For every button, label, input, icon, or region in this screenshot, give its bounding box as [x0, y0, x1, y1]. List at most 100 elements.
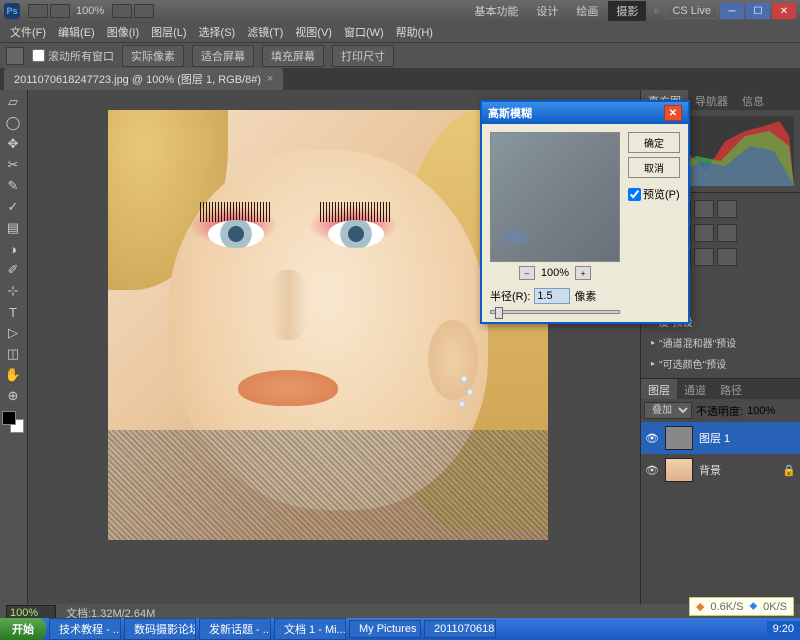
move-tool[interactable]: ▱	[2, 92, 24, 112]
adj-exposure-icon[interactable]	[717, 200, 737, 218]
screen-mode-icon[interactable]	[134, 4, 154, 18]
upspeed: 0K/S	[763, 601, 787, 613]
zoom-tool[interactable]: ⊕	[2, 386, 24, 406]
workspace-paint[interactable]: 绘画	[568, 1, 606, 21]
radius-slider[interactable]	[490, 310, 620, 314]
layer-row[interactable]: 👁 背景 🔒	[641, 454, 800, 486]
adj-selcol-icon[interactable]	[717, 248, 737, 266]
fit-screen-button[interactable]: 适合屏幕	[192, 45, 254, 67]
adj-thresh-icon[interactable]	[694, 248, 714, 266]
visibility-icon[interactable]: 👁	[645, 431, 659, 445]
document-tabs: 2011070618247723.jpg @ 100% (图层 1, RGB/8…	[0, 68, 800, 90]
hand-tool-icon[interactable]	[6, 47, 24, 65]
netspeed-widget: ◆0.6K/S ⬥0K/S	[689, 597, 794, 616]
bridge-icon[interactable]	[28, 4, 48, 18]
zoom-label[interactable]: 100%	[76, 5, 104, 17]
print-size-button[interactable]: 打印尺寸	[332, 45, 394, 67]
zoom-in-button[interactable]: +	[575, 266, 591, 280]
close-tab-icon[interactable]: ×	[267, 73, 273, 85]
type-tool[interactable]: T	[2, 302, 24, 322]
crop-tool[interactable]: ✂	[2, 155, 24, 175]
lasso-tool[interactable]: ✥	[2, 134, 24, 154]
cancel-button[interactable]: 取消	[628, 157, 680, 178]
layer-name: 图层 1	[699, 430, 730, 446]
cslive-button[interactable]: CS Live	[665, 3, 718, 19]
dialog-title: 高斯模糊	[488, 105, 532, 121]
toolbox: ▱ ◯ ✥ ✂ ✎ ✓ ▤ ◑ ✐ ⊹ T ▷ ◫ ✋ ⊕	[0, 90, 28, 612]
stamp-tool[interactable]: ◑	[2, 239, 24, 259]
lock-icon: 🔒	[782, 464, 796, 477]
start-button[interactable]: 开始	[0, 618, 46, 640]
blur-preview[interactable]	[490, 132, 620, 262]
preset-item[interactable]: "通道混和器"预设	[645, 332, 796, 353]
pen-tool[interactable]: ▷	[2, 323, 24, 343]
downspeed: 0.6K/S	[710, 601, 743, 613]
menu-filter[interactable]: 滤镜(T)	[241, 22, 289, 42]
preset-item[interactable]: "可选颜色"预设	[645, 353, 796, 374]
opacity-value[interactable]: 100%	[747, 405, 775, 417]
radius-unit: 像素	[574, 288, 596, 304]
workspace-more-icon[interactable]: »	[653, 5, 659, 17]
menu-edit[interactable]: 编辑(E)	[52, 22, 101, 42]
task-item[interactable]: 20110706182...	[424, 620, 496, 638]
workspace-photo[interactable]: 摄影	[608, 1, 646, 21]
workspace-basic[interactable]: 基本功能	[466, 1, 526, 21]
tab-layers[interactable]: 图层	[641, 379, 677, 399]
opacity-label: 不透明度:	[696, 403, 743, 419]
options-bar: 滚动所有窗口 实际像素 适合屏幕 填充屏幕 打印尺寸	[0, 42, 800, 68]
actual-pixels-button[interactable]: 实际像素	[122, 45, 184, 67]
preview-checkbox[interactable]: 预览(P)	[628, 186, 680, 202]
document-tab[interactable]: 2011070618247723.jpg @ 100% (图层 1, RGB/8…	[4, 68, 283, 90]
task-item[interactable]: 技术教程 - ...	[49, 618, 121, 640]
layer-row[interactable]: 👁 图层 1	[641, 422, 800, 454]
task-item[interactable]: 发新话题 - ...	[199, 618, 271, 640]
zoom-out-button[interactable]: –	[519, 266, 535, 280]
close-button[interactable]: ✕	[772, 3, 796, 19]
adj-photo-icon[interactable]	[717, 224, 737, 242]
healing-tool[interactable]: ✓	[2, 197, 24, 217]
menu-help[interactable]: 帮助(H)	[390, 22, 439, 42]
system-tray[interactable]: 9:20	[767, 621, 800, 637]
view-extras-icon[interactable]	[112, 4, 132, 18]
brush-tool[interactable]: ▤	[2, 218, 24, 238]
menu-window[interactable]: 窗口(W)	[338, 22, 390, 42]
visibility-icon[interactable]: 👁	[645, 463, 659, 477]
radius-label: 半径(R):	[490, 288, 530, 304]
scroll-all-checkbox[interactable]: 滚动所有窗口	[32, 48, 114, 64]
menu-file[interactable]: 文件(F)	[4, 22, 52, 42]
layer-thumb	[665, 458, 693, 482]
shape-tool[interactable]: ◫	[2, 344, 24, 364]
color-swatch[interactable]	[2, 411, 24, 433]
blend-mode-select[interactable]: 叠加	[644, 402, 692, 419]
menu-image[interactable]: 图像(I)	[101, 22, 145, 42]
tab-navigator[interactable]: 导航器	[688, 90, 735, 110]
adj-bw-icon[interactable]	[694, 224, 714, 242]
adj-curves-icon[interactable]	[694, 200, 714, 218]
menu-view[interactable]: 视图(V)	[289, 22, 338, 42]
task-item[interactable]: My Pictures	[349, 620, 421, 638]
minimize-button[interactable]: ─	[720, 3, 744, 19]
hand-tool[interactable]: ✋	[2, 365, 24, 385]
task-item[interactable]: 数码摄影论坛...	[124, 618, 196, 640]
zoom-value: 100%	[541, 267, 569, 279]
task-item[interactable]: 文档 1 - Mi...	[274, 618, 346, 640]
dialog-close-icon[interactable]: ✕	[664, 105, 682, 121]
document-tab-label: 2011070618247723.jpg @ 100% (图层 1, RGB/8…	[14, 71, 261, 87]
eyedropper-tool[interactable]: ✎	[2, 176, 24, 196]
minibridge-icon[interactable]	[50, 4, 70, 18]
radius-input[interactable]	[534, 288, 570, 304]
tab-channels[interactable]: 通道	[677, 379, 713, 399]
workspace-design[interactable]: 设计	[528, 1, 566, 21]
fill-screen-button[interactable]: 填充屏幕	[262, 45, 324, 67]
ok-button[interactable]: 确定	[628, 132, 680, 153]
dialog-titlebar[interactable]: 高斯模糊 ✕	[482, 102, 688, 124]
tab-paths[interactable]: 路径	[713, 379, 749, 399]
gradient-tool[interactable]: ⊹	[2, 281, 24, 301]
menu-select[interactable]: 选择(S)	[193, 22, 242, 42]
marquee-tool[interactable]: ◯	[2, 113, 24, 133]
maximize-button[interactable]: ☐	[746, 3, 770, 19]
tab-info[interactable]: 信息	[735, 90, 771, 110]
eraser-tool[interactable]: ✐	[2, 260, 24, 280]
menu-layer[interactable]: 图层(L)	[145, 22, 192, 42]
layer-name: 背景	[699, 462, 721, 478]
